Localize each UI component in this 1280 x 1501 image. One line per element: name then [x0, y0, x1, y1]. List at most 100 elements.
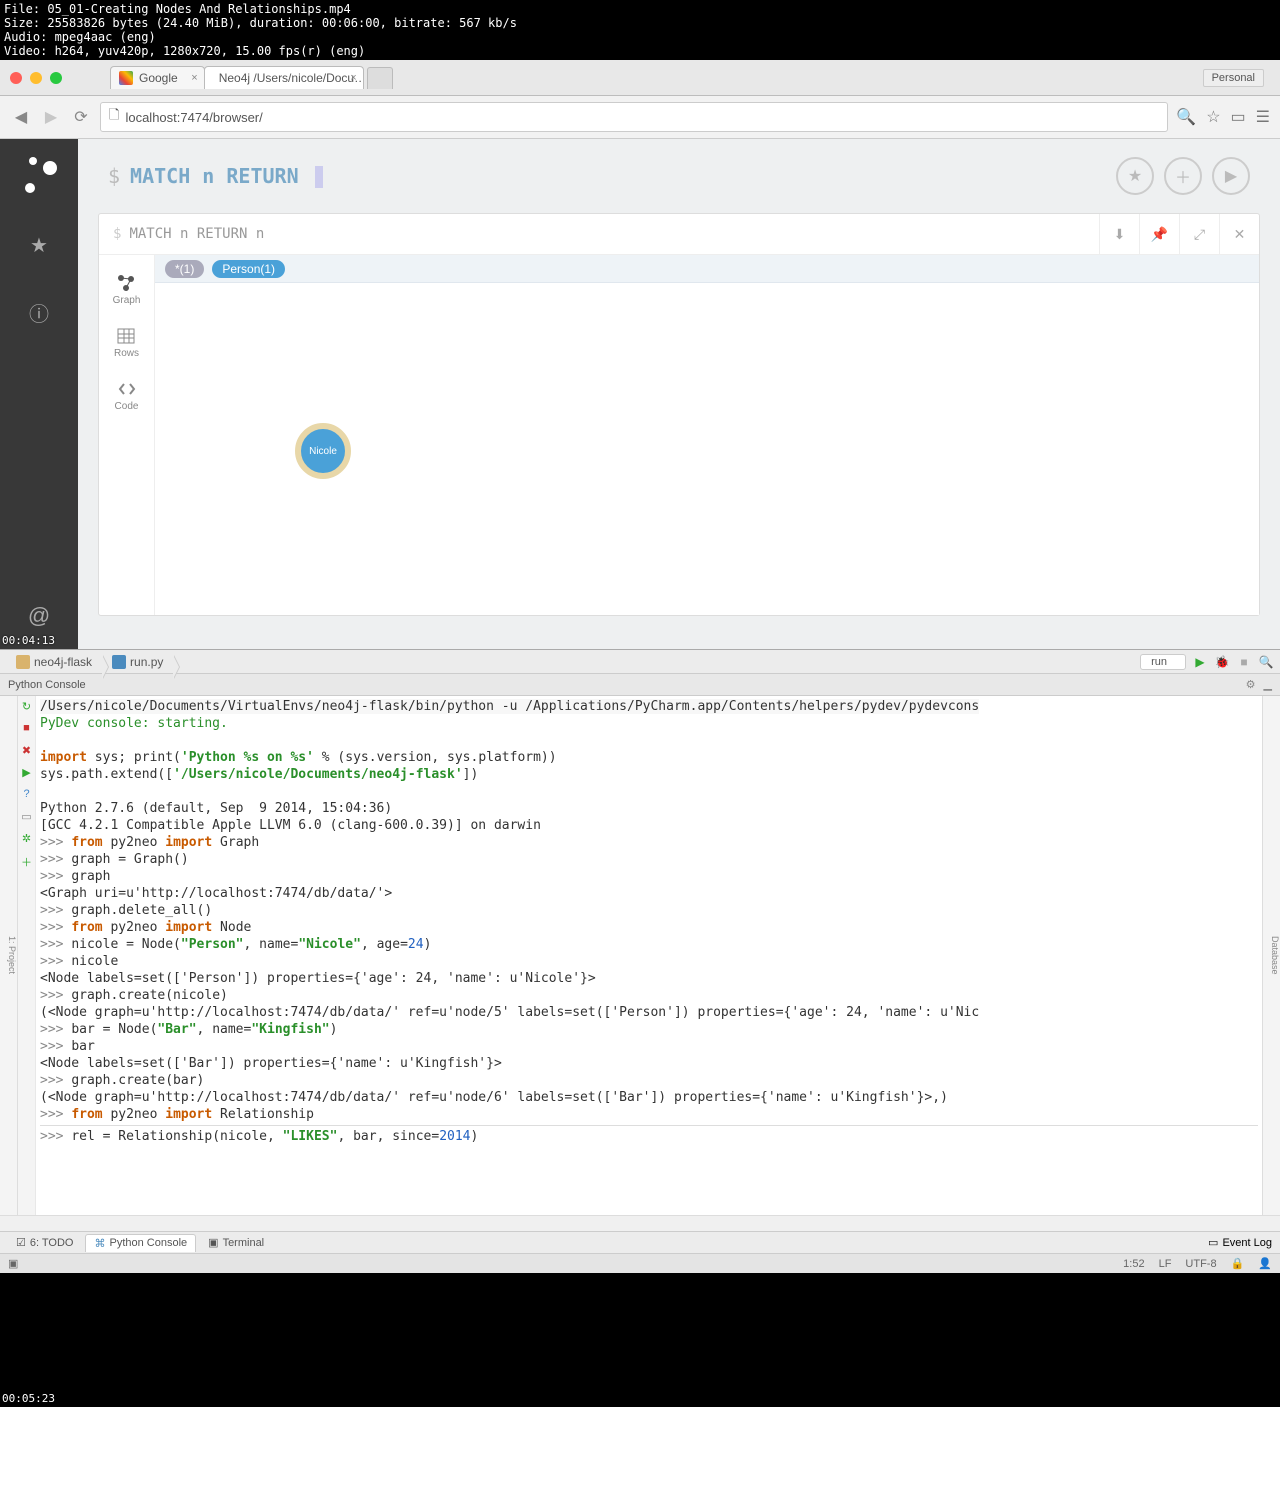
view-tabs: Graph Rows Code — [99, 255, 155, 615]
stop-button[interactable]: ■ — [1236, 654, 1252, 670]
terminal-icon: ▣ — [208, 1236, 218, 1249]
video-size-line: Size: 25583826 bytes (24.40 MiB), durati… — [4, 16, 1276, 30]
window-zoom-button[interactable] — [50, 72, 62, 84]
menu-icon[interactable]: ☰ — [1256, 107, 1270, 127]
right-tool-tabs: Database — [1262, 696, 1280, 1215]
new-tab-button[interactable] — [367, 67, 393, 89]
tab-google[interactable]: Google × — [110, 66, 205, 89]
database-tool-tab[interactable]: Database — [1270, 936, 1280, 975]
event-log-icon: ▭ — [1208, 1236, 1218, 1249]
prompt-dollar: $ — [108, 164, 120, 188]
python-icon: ⌘ — [94, 1237, 105, 1250]
run-query-button[interactable]: ▶ — [1212, 157, 1250, 195]
breadcrumb-file[interactable]: run.py — [102, 655, 173, 669]
devices-icon[interactable]: ▭ — [1231, 107, 1246, 127]
about-icon[interactable]: @ — [28, 603, 50, 629]
video-timestamp-2: 00:05:23 — [2, 1392, 55, 1405]
status-bar: ▣ 1:52 LF UTF-8 🔒 👤 — [0, 1253, 1280, 1273]
video-metadata-header: File: 05_01-Creating Nodes And Relations… — [0, 0, 1280, 60]
tab-neo4j[interactable]: Neo4j /Users/nicole/Docu… × — [204, 66, 364, 89]
run-config-selector[interactable]: run — [1140, 654, 1186, 670]
lock-icon[interactable]: 🔒 — [1231, 1257, 1245, 1270]
close-tab-icon[interactable]: × — [191, 72, 197, 84]
person-label-chip[interactable]: Person(1) — [212, 260, 285, 278]
all-labels-chip[interactable]: *(1) — [165, 260, 204, 278]
hector-icon[interactable]: 👤 — [1258, 1257, 1272, 1270]
result-frame: $MATCH n RETURN n ⬇ 📌 ⤢ ✕ Graph Rows — [98, 213, 1260, 616]
project-tool-tab[interactable]: 1: Project — [7, 936, 17, 974]
tab-label: Neo4j /Users/nicole/Docu… — [219, 71, 364, 85]
python-console-tool-tab[interactable]: ⌘ Python Console — [85, 1234, 196, 1252]
console-toolbar: ↻ ■ ✖ ▶ ? ▭ ✲ ＋ — [18, 696, 36, 1215]
debug-button[interactable]: 🐞 — [1214, 654, 1230, 670]
favorite-query-button[interactable]: ★ — [1116, 157, 1154, 195]
window-close-button[interactable] — [10, 72, 22, 84]
search-icon[interactable]: 🔍 — [1176, 107, 1196, 127]
window-minimize-button[interactable] — [30, 72, 42, 84]
breadcrumb-project[interactable]: neo4j-flask — [6, 655, 102, 669]
horizontal-scrollbar[interactable] — [0, 1215, 1280, 1231]
graph-view-tab[interactable]: Graph — [113, 263, 141, 316]
neo4j-logo[interactable] — [21, 157, 57, 193]
neo4j-browser: ★ ⓘ @ 00:04:13 $ MATCH n RETURN ★ ＋ ▶ $M… — [0, 139, 1280, 649]
rerun-icon[interactable]: ↻ — [20, 700, 34, 714]
query-input[interactable]: MATCH n RETURN — [130, 164, 323, 189]
event-log-tab[interactable]: Event Log — [1222, 1237, 1272, 1249]
close-frame-button[interactable]: ✕ — [1219, 214, 1259, 254]
help-icon[interactable]: ? — [20, 788, 34, 802]
video-file-line: File: 05_01-Creating Nodes And Relations… — [4, 2, 1276, 16]
search-everywhere-icon[interactable]: 🔍 — [1258, 654, 1274, 670]
add-icon[interactable]: ＋ — [20, 854, 34, 868]
execute-icon[interactable]: ▶ — [20, 766, 34, 780]
code-view-tab[interactable]: Code — [115, 369, 139, 422]
download-button[interactable]: ⬇ — [1099, 214, 1139, 254]
history-icon[interactable]: ▭ — [20, 810, 34, 824]
settings-icon[interactable]: ⚙ — [1246, 678, 1256, 691]
page-icon: 🗋 — [109, 106, 119, 128]
video-letterbox: 00:05:23 — [0, 1273, 1280, 1407]
query-editor: $ MATCH n RETURN ★ ＋ ▶ — [88, 139, 1270, 213]
browse-icon[interactable]: ✲ — [20, 832, 34, 846]
console-area: 1: Project 7: Structure 2: Favorites ↻ ■… — [0, 696, 1280, 1215]
info-icon[interactable]: ⓘ — [29, 298, 49, 327]
add-query-button[interactable]: ＋ — [1164, 157, 1202, 195]
back-button[interactable]: ◀ — [10, 106, 32, 128]
breadcrumb-bar: neo4j-flask run.py run ▶ 🐞 ■ 🔍 — [0, 650, 1280, 674]
run-button[interactable]: ▶ — [1192, 654, 1208, 670]
folder-icon — [16, 655, 30, 669]
graph-node-nicole[interactable]: Nicole — [295, 423, 351, 479]
video-audio-line: Audio: mpeg4aac (eng) — [4, 30, 1276, 44]
terminal-tool-tab[interactable]: ▣ Terminal — [200, 1234, 272, 1251]
favorites-icon[interactable]: ★ — [30, 233, 48, 258]
todo-icon: ☑ — [16, 1236, 26, 1249]
neo4j-main: $ MATCH n RETURN ★ ＋ ▶ $MATCH n RETURN n… — [78, 139, 1280, 649]
expand-button[interactable]: ⤢ — [1179, 214, 1219, 254]
ide-footer: ☑ 6: TODO ⌘ Python Console ▣ Terminal ▭ … — [0, 1231, 1280, 1253]
stop-icon[interactable]: ■ — [20, 722, 34, 736]
close-console-icon[interactable]: ✖ — [20, 744, 34, 758]
video-video-line: Video: h264, yuv420p, 1280x720, 15.00 fp… — [4, 44, 1276, 58]
reload-button[interactable]: ⟳ — [70, 106, 92, 128]
pin-button[interactable]: 📌 — [1139, 214, 1179, 254]
line-ending[interactable]: LF — [1159, 1258, 1172, 1270]
python-console-output[interactable]: /Users/nicole/Documents/VirtualEnvs/neo4… — [36, 696, 1262, 1215]
close-tab-icon[interactable]: × — [350, 72, 356, 84]
caret-position[interactable]: 1:52 — [1123, 1258, 1144, 1270]
minimize-panel-icon[interactable]: ▁ — [1264, 678, 1272, 691]
address-text: localhost:7474/browser/ — [125, 110, 262, 125]
status-left-icon[interactable]: ▣ — [8, 1257, 18, 1270]
encoding[interactable]: UTF-8 — [1185, 1258, 1216, 1270]
rows-view-tab[interactable]: Rows — [114, 316, 139, 369]
address-bar: ◀ ▶ ⟳ 🗋 localhost:7474/browser/ 🔍 ☆ ▭ ☰ — [0, 96, 1280, 139]
profile-badge[interactable]: Personal — [1203, 69, 1264, 87]
star-icon[interactable]: ☆ — [1206, 107, 1220, 127]
browser-tab-bar: Google × Neo4j /Users/nicole/Docu… × Per… — [0, 60, 1280, 96]
address-input[interactable]: 🗋 localhost:7474/browser/ — [100, 102, 1168, 132]
forward-button[interactable]: ▶ — [40, 106, 62, 128]
video-timestamp: 00:04:13 — [2, 634, 55, 647]
left-tool-tabs: 1: Project 7: Structure 2: Favorites — [0, 696, 18, 1215]
result-query-text: $MATCH n RETURN n — [99, 216, 1099, 252]
console-tab-title: Python Console ⚙ ▁ — [0, 674, 1280, 696]
graph-canvas[interactable]: Nicole — [155, 283, 1259, 615]
todo-tool-tab[interactable]: ☑ 6: TODO — [8, 1234, 81, 1251]
